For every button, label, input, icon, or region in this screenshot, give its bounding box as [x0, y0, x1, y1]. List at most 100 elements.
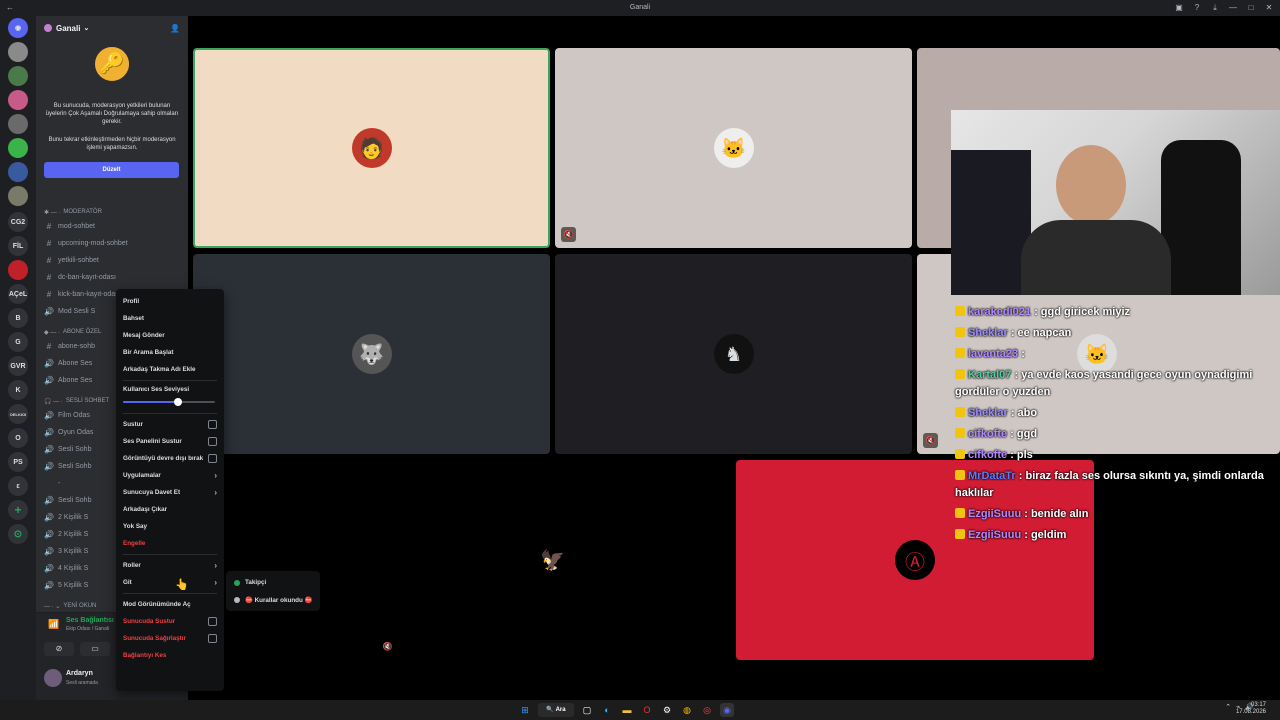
volume-label: Kullanıcı Ses Seviyesi [123, 386, 190, 393]
menu-go[interactable]: Git › [120, 574, 220, 591]
server-PS[interactable]: PS [8, 452, 28, 472]
volume-knob[interactable] [174, 398, 183, 406]
participant-tile[interactable]: 🦅 🔇 [374, 460, 731, 660]
server-O[interactable]: O [8, 428, 28, 448]
menu-server-deafen[interactable]: Sunucuda Sağırlaştır [120, 630, 220, 647]
server-CG2[interactable]: CG2 [8, 212, 28, 232]
download-icon[interactable]: ⤓ [1208, 2, 1222, 14]
menu-apps[interactable]: Uygulamalar › [120, 467, 220, 484]
maximize-button[interactable]: □ [1244, 2, 1258, 14]
checkbox[interactable] [208, 420, 217, 429]
fix-button[interactable]: Düzelt [44, 162, 179, 178]
menu-mod-view[interactable]: Mod Görünümünde Aç [120, 596, 220, 613]
menu-call[interactable]: Bir Arama Başlat [120, 344, 220, 361]
server-avatar[interactable] [8, 162, 28, 182]
menu-mute[interactable]: Sustur [120, 416, 220, 433]
checkbox[interactable] [208, 437, 217, 446]
checkbox[interactable] [208, 617, 217, 626]
role-item[interactable]: Takipçi [229, 574, 317, 591]
channel-label: 2 Kişilik S [58, 514, 89, 521]
server-avatar[interactable] [8, 90, 28, 110]
voice-channel[interactable]: Ekip Odası / Ganali [66, 626, 109, 632]
add-member-icon[interactable]: 👤 [170, 24, 180, 33]
file-explorer-icon[interactable]: ▬ [620, 703, 634, 717]
avatar[interactable] [44, 669, 62, 687]
edge-icon[interactable]: ◐ [600, 703, 614, 717]
hash-icon: # [46, 273, 52, 282]
server-avatar[interactable] [8, 138, 28, 158]
menu-soundboard-mute[interactable]: Ses Panelini Sustur [120, 433, 220, 450]
chat-badge-icon [955, 449, 965, 459]
checkbox[interactable] [208, 454, 217, 463]
checkbox[interactable] [208, 634, 217, 643]
chat-badge-icon [955, 470, 965, 480]
chat-text: : benide alın [1024, 508, 1089, 520]
participant-tile[interactable]: ♞ [555, 254, 912, 454]
channel-item[interactable]: # mod-sohbet [36, 218, 188, 235]
menu-ignore[interactable]: Yok Say [120, 518, 220, 535]
speaker-icon: 🔊 [44, 428, 54, 437]
server-B[interactable]: B [8, 308, 28, 328]
channel-label: Abone Ses [58, 360, 93, 367]
participant-tile[interactable]: 🐺 [193, 254, 550, 454]
chevron-up-icon[interactable]: ⌃ [1225, 703, 1231, 711]
app-icon[interactable]: ◎ [700, 703, 714, 717]
username[interactable]: Ardaryn [66, 670, 93, 677]
menu-disconnect[interactable]: Bağlantıyı Kes [120, 647, 220, 664]
camera-off-icon[interactable]: ⊘ [44, 642, 74, 656]
channel-item[interactable]: # dc-ban-kayıt-odası [36, 269, 188, 286]
participant-tile[interactable]: 🧑 [193, 48, 550, 248]
server-FIL[interactable]: FİL [8, 236, 28, 256]
menu-roles[interactable]: Roller › [120, 557, 220, 574]
menu-message[interactable]: Mesaj Gönder [120, 327, 220, 344]
windows-start-icon[interactable]: ⊞ [518, 703, 532, 717]
close-button[interactable]: ✕ [1262, 2, 1276, 14]
menu-profile[interactable]: Profil [120, 293, 220, 310]
server-avatar[interactable] [8, 42, 28, 62]
server-header[interactable]: Ganali ⌄ 👤 [36, 16, 188, 40]
category-moderator[interactable]: ✱ — · MODERATÖR [36, 206, 188, 218]
menu-remove-friend[interactable]: Arkadaşı Çıkar [120, 501, 220, 518]
server-avatar[interactable] [8, 260, 28, 280]
clock[interactable]: 03:17 17.08.2026 [1236, 702, 1266, 716]
menu-nickname[interactable]: Arkadaş Takma Adı Ekle [120, 361, 220, 378]
chat-message: Kartal07 : ya evde kaos yasandi gece oyu… [955, 367, 1275, 401]
menu-video-off[interactable]: Görüntüyü devre dışı bırak [120, 450, 220, 467]
channel-item[interactable]: # yetkili-sohbet [36, 252, 188, 269]
streamer-face [1056, 145, 1126, 225]
role-item[interactable]: ⛔ Kurallar okundu ⛔ [229, 591, 317, 608]
participant-tile[interactable]: 🐱 🔇 [555, 48, 912, 248]
add-server-icon[interactable]: + [8, 500, 28, 520]
settings-icon[interactable]: ⚙ [660, 703, 674, 717]
server-avatar-active[interactable] [8, 186, 28, 206]
server-G[interactable]: G [8, 332, 28, 352]
channel-item[interactable]: # upcoming-mod-sohbet [36, 235, 188, 252]
chat-message: EzgiiSuuu : benide alın [955, 506, 1275, 523]
avatar: Ⓐ [895, 540, 935, 580]
discover-icon[interactable]: ⊙ [8, 524, 28, 544]
server-K[interactable]: K [8, 380, 28, 400]
screen-share-icon[interactable]: ▭ [80, 642, 110, 656]
minimize-button[interactable]: — [1226, 2, 1240, 14]
channel-label: upcoming-mod-sohbet [58, 240, 128, 247]
server-e[interactable]: ε [8, 476, 28, 496]
discord-home-icon[interactable]: ◉ [8, 18, 28, 38]
menu-invite[interactable]: Sunucuya Davet Et › [120, 484, 220, 501]
menu-block[interactable]: Engelle [120, 535, 220, 552]
server-avatar[interactable] [8, 66, 28, 86]
discord-taskbar-icon[interactable]: ◉ [720, 703, 734, 717]
server-GVR[interactable]: GVR [8, 356, 28, 376]
server-OELKIOI[interactable]: OELKIOI [8, 404, 28, 424]
inbox-icon[interactable]: ▣ [1172, 2, 1186, 14]
task-view-icon[interactable]: ▢ [580, 703, 594, 717]
taskbar-search[interactable]: 🔍 Ara [538, 703, 574, 717]
help-icon[interactable]: ? [1190, 2, 1204, 14]
server-ACeL[interactable]: AÇeL [8, 284, 28, 304]
speaker-icon: 🔊 [44, 307, 54, 316]
server-avatar[interactable] [8, 114, 28, 134]
opera-icon[interactable]: O [640, 703, 654, 717]
menu-server-mute[interactable]: Sunucuda Sustur [120, 613, 220, 630]
chrome-icon[interactable]: ◍ [680, 703, 694, 717]
volume-slider[interactable] [123, 398, 215, 406]
menu-mention[interactable]: Bahset [120, 310, 220, 327]
